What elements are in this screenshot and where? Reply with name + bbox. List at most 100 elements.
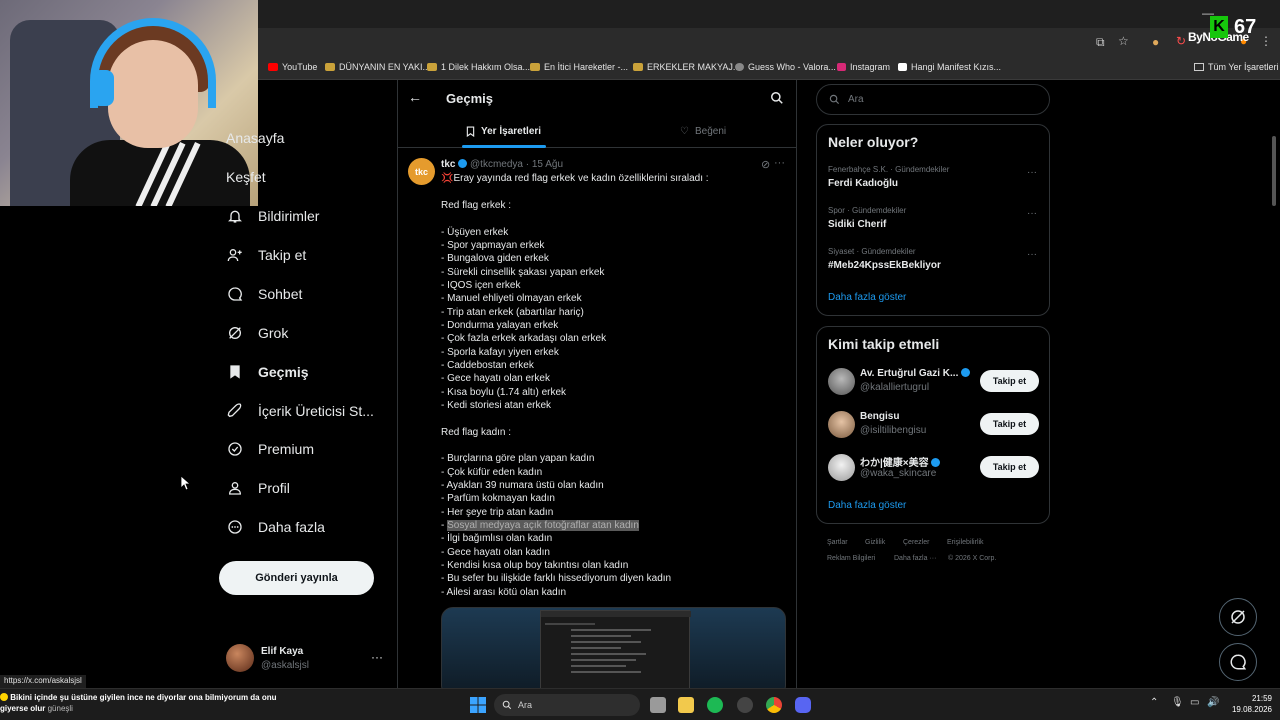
post-headline: 💢Eray yayında red flag erkek ve kadın öz…	[441, 173, 709, 184]
post-handle[interactable]: @tkcmedya	[470, 159, 523, 170]
person-icon	[226, 479, 244, 497]
nav-more[interactable]: Daha fazla	[226, 512, 325, 542]
nav-profile[interactable]: Profil	[226, 473, 290, 503]
news-ticker[interactable]: Bikini içinde şu üstüne giyilen ince ne …	[0, 692, 300, 714]
footer-link[interactable]: Erişilebilirlik	[947, 539, 984, 546]
bookmark-6[interactable]: Guess Who - Valora...	[735, 62, 836, 72]
media-screenshot	[540, 610, 691, 688]
follow-button[interactable]: Takip et	[980, 370, 1039, 392]
account-menu-icon[interactable]: ···	[371, 650, 383, 664]
bookmark-youtube[interactable]: YouTube	[268, 62, 317, 72]
scrollbar-thumb[interactable]	[1272, 136, 1276, 206]
globe-icon	[735, 63, 744, 71]
nav-follow[interactable]: Takip et	[226, 240, 306, 270]
footer-link[interactable]: Şartlar	[827, 539, 848, 546]
avatar[interactable]	[828, 368, 855, 395]
file-explorer-icon[interactable]	[678, 697, 694, 713]
post-line: - Caddebostan erkek	[441, 360, 534, 371]
verified-icon	[226, 440, 244, 458]
volume-icon[interactable]: 🔊	[1207, 697, 1219, 708]
back-arrow-icon[interactable]: ←	[408, 89, 422, 105]
taskbar-search[interactable]: Ara	[494, 694, 640, 716]
microphone-icon[interactable]: 🎙	[1171, 697, 1184, 708]
post-button[interactable]: Gönderi yayınla	[219, 561, 374, 595]
account-name: Elif Kaya	[261, 646, 304, 657]
messages-fab[interactable]	[1219, 643, 1257, 681]
bookmark-instagram[interactable]: Instagram	[837, 62, 890, 72]
page-title: Geçmiş	[446, 91, 493, 106]
network-icon[interactable]: ▭	[1190, 697, 1199, 708]
footer-link[interactable]: Gizlilik	[865, 539, 885, 546]
avatar[interactable]	[828, 411, 855, 438]
tab-likes[interactable]: ♡ Beğeni	[680, 126, 726, 137]
discord-icon[interactable]	[795, 697, 811, 713]
follow-button[interactable]: Takip et	[980, 413, 1039, 435]
menu-icon[interactable]: ⋮	[1260, 34, 1272, 48]
post-line: - Her şeye trip atan kadın	[441, 507, 554, 518]
post-more-icon[interactable]: ···	[774, 157, 785, 169]
bynogame-extension-icon[interactable]: ↻	[1176, 34, 1186, 48]
post-avatar[interactable]: tkc	[408, 158, 435, 185]
post-line: - IQOS içen erkek	[441, 280, 521, 291]
follow-suggestion-name[interactable]: Av. Ertuğrul Gazi K...	[860, 368, 971, 379]
chrome-icon[interactable]	[766, 697, 782, 713]
follow-button[interactable]: Takip et	[980, 456, 1039, 478]
clock[interactable]: 21:59 19.08.2026	[1230, 693, 1272, 715]
post-line: - Kedi storiesi atan erkek	[441, 400, 552, 411]
follow-suggestion-handle: @waka_skincare	[860, 468, 937, 479]
nav-grok[interactable]: Grok	[226, 318, 288, 348]
footer-link[interactable]: Daha fazla ···	[894, 555, 936, 562]
extension-icon[interactable]: ●	[1152, 35, 1159, 49]
chevron-up-icon[interactable]: ⌃	[1150, 697, 1158, 708]
follow-suggestion-name[interactable]: Bengisu	[860, 411, 899, 422]
trend-more-icon[interactable]: ···	[1027, 249, 1037, 260]
grok-icon	[1231, 610, 1245, 624]
windows-start-icon[interactable]	[470, 697, 486, 713]
sparkle-icon: 💢	[441, 173, 454, 184]
tab-bookmarks[interactable]: Yer İşaretleri	[466, 126, 541, 137]
obs-icon[interactable]	[737, 697, 753, 713]
grok-explain-icon[interactable]: ⊘	[761, 158, 770, 171]
nav-chat[interactable]: Sohbet	[226, 279, 302, 309]
avatar[interactable]	[828, 454, 855, 481]
footer-link[interactable]: Reklam Bilgileri	[827, 555, 875, 562]
trend-more-icon[interactable]: ···	[1027, 208, 1037, 219]
follow-suggestion-name[interactable]: わか|健康×美容	[860, 454, 941, 469]
post-line: - Ailesi arası kötü olan kadın	[441, 587, 567, 598]
w-icon	[898, 63, 907, 71]
footer-link[interactable]: Çerezler	[903, 539, 929, 546]
task-view-icon[interactable]	[650, 697, 666, 713]
all-bookmarks[interactable]: Tüm Yer İşaretleri	[1194, 62, 1279, 72]
spotify-icon[interactable]	[707, 697, 723, 713]
bookmark-8[interactable]: Hangi Manifest Kızıs...	[898, 62, 1001, 72]
search-icon	[829, 94, 840, 105]
bookmark-icon	[226, 363, 244, 381]
trends-show-more[interactable]: Daha fazla göster	[828, 292, 906, 303]
star-icon[interactable]: ☆	[1118, 34, 1129, 48]
search-input[interactable]: Ara	[816, 84, 1050, 115]
post-media[interactable]	[441, 607, 786, 688]
bookmark-2[interactable]: DÜNYANIN EN YAKI...	[325, 62, 430, 72]
tab-underline	[462, 145, 546, 148]
rocket-icon	[226, 402, 244, 420]
nav-notifications[interactable]: Bildirimler	[226, 201, 319, 231]
install-app-icon[interactable]: ⧉	[1096, 35, 1105, 50]
trend-more-icon[interactable]: ···	[1027, 167, 1037, 178]
bookmark-3[interactable]: 1 Dilek Hakkım Olsa...	[427, 62, 530, 72]
nav-premium[interactable]: Premium	[226, 434, 314, 464]
bookmark-4[interactable]: En İtici Hareketler -...	[530, 62, 628, 72]
search-icon[interactable]	[770, 91, 784, 105]
who-to-follow-show-more[interactable]: Daha fazla göster	[828, 500, 906, 511]
grok-fab[interactable]	[1219, 598, 1257, 636]
taskbar: Bikini içinde şu üstüne giyilen ince ne …	[0, 688, 1280, 720]
post-author[interactable]: tkc	[441, 159, 455, 170]
bookmark-5[interactable]: ERKEKLER MAKYAJ...	[633, 62, 740, 72]
nav-creator-studio[interactable]: İçerik Üreticisi St...	[226, 396, 374, 426]
nav-explore[interactable]: Keşfet	[226, 162, 266, 192]
nav-home[interactable]: Anasayfa	[226, 123, 284, 153]
avatar[interactable]	[226, 644, 254, 672]
post-date[interactable]: 15 Ağu	[532, 159, 563, 170]
nav-bookmarks[interactable]: Geçmiş	[226, 357, 309, 387]
chat-icon	[1230, 654, 1247, 670]
post-line: - Manuel ehliyeti olmayan erkek	[441, 293, 582, 304]
